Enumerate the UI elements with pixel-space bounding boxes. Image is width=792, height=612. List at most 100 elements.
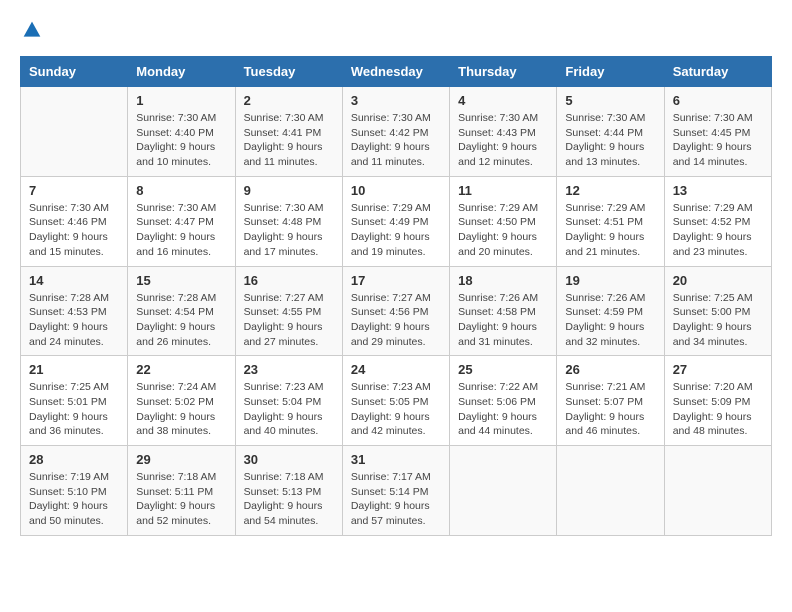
calendar-cell <box>450 446 557 536</box>
calendar-cell <box>557 446 664 536</box>
calendar-cell: 19Sunrise: 7:26 AMSunset: 4:59 PMDayligh… <box>557 266 664 356</box>
day-info: Sunrise: 7:28 AMSunset: 4:54 PMDaylight:… <box>136 291 226 350</box>
day-number: 26 <box>565 362 655 377</box>
calendar-cell: 15 Sunrise: 7:28 AMSunset: 4:54 PMDayligh… <box>128 266 235 356</box>
calendar-cell: 1Sunrise: 7:30 AMSunset: 4:40 PMDaylight… <box>128 87 235 177</box>
calendar-cell: 2 Sunrise: 7:30 AMSunset: 4:41 PMDaylight… <box>235 87 342 177</box>
calendar-cell: 28 Sunrise: 7:19 AMSunset: 5:10 PMDayligh… <box>21 446 128 536</box>
calendar-cell: 3 Sunrise: 7:30 AMSunset: 4:42 PMDaylight… <box>342 87 449 177</box>
day-info: Sunrise: 7:30 AMSunset: 4:47 PMDaylight:… <box>136 201 226 260</box>
day-info: Sunrise: 7:19 AMSunset: 5:10 PMDaylight:… <box>29 470 119 529</box>
logo-icon <box>22 20 42 40</box>
day-number: 28 <box>29 452 119 467</box>
calendar-cell: 12 Sunrise: 7:29 AMSunset: 4:51 PMDayligh… <box>557 176 664 266</box>
calendar-cell: 8 Sunrise: 7:30 AMSunset: 4:47 PMDaylight… <box>128 176 235 266</box>
day-info: Sunrise: 7:27 AMSunset: 4:56 PMDaylight:… <box>351 291 441 350</box>
day-info: Sunrise: 7:21 AMSunset: 5:07 PMDaylight:… <box>565 380 655 439</box>
day-info: Sunrise: 7:26 AMSunset: 4:58 PMDaylight:… <box>458 291 548 350</box>
calendar-cell <box>21 87 128 177</box>
calendar-cell: 17 Sunrise: 7:27 AMSunset: 4:56 PMDayligh… <box>342 266 449 356</box>
calendar-cell: 13 Sunrise: 7:29 AMSunset: 4:52 PMDayligh… <box>664 176 771 266</box>
day-info: Sunrise: 7:25 AMSunset: 5:00 PMDaylight:… <box>673 291 763 350</box>
day-number: 3 <box>351 93 441 108</box>
calendar-cell: 6 Sunrise: 7:30 AMSunset: 4:45 PMDaylight… <box>664 87 771 177</box>
calendar-week-row: 1Sunrise: 7:30 AMSunset: 4:40 PMDaylight… <box>21 87 772 177</box>
day-number: 22 <box>136 362 226 377</box>
calendar-cell: 31 Sunrise: 7:17 AMSunset: 5:14 PMDayligh… <box>342 446 449 536</box>
calendar-cell: 24 Sunrise: 7:23 AMSunset: 5:05 PMDayligh… <box>342 356 449 446</box>
day-number: 29 <box>136 452 226 467</box>
day-number: 15 <box>136 273 226 288</box>
day-number: 27 <box>673 362 763 377</box>
day-info: Sunrise: 7:17 AMSunset: 5:14 PMDaylight:… <box>351 470 441 529</box>
calendar-cell: 20 Sunrise: 7:25 AMSunset: 5:00 PMDayligh… <box>664 266 771 356</box>
calendar-cell: 4Sunrise: 7:30 AMSunset: 4:43 PMDaylight… <box>450 87 557 177</box>
calendar-cell: 23 Sunrise: 7:23 AMSunset: 5:04 PMDayligh… <box>235 356 342 446</box>
day-number: 24 <box>351 362 441 377</box>
day-info: Sunrise: 7:29 AMSunset: 4:52 PMDaylight:… <box>673 201 763 260</box>
day-info: Sunrise: 7:29 AMSunset: 4:51 PMDaylight:… <box>565 201 655 260</box>
calendar-cell: 5Sunrise: 7:30 AMSunset: 4:44 PMDaylight… <box>557 87 664 177</box>
day-info: Sunrise: 7:30 AMSunset: 4:41 PMDaylight:… <box>244 111 334 170</box>
day-info: Sunrise: 7:30 AMSunset: 4:43 PMDaylight:… <box>458 111 548 170</box>
day-info: Sunrise: 7:29 AMSunset: 4:50 PMDaylight:… <box>458 201 548 260</box>
day-number: 18 <box>458 273 548 288</box>
day-info: Sunrise: 7:18 AMSunset: 5:13 PMDaylight:… <box>244 470 334 529</box>
day-info: Sunrise: 7:23 AMSunset: 5:05 PMDaylight:… <box>351 380 441 439</box>
day-number: 30 <box>244 452 334 467</box>
day-number: 14 <box>29 273 119 288</box>
weekday-header-friday: Friday <box>557 57 664 87</box>
day-info: Sunrise: 7:30 AMSunset: 4:44 PMDaylight:… <box>565 111 655 170</box>
calendar-cell: 27 Sunrise: 7:20 AMSunset: 5:09 PMDayligh… <box>664 356 771 446</box>
calendar-week-row: 7 Sunrise: 7:30 AMSunset: 4:46 PMDaylight… <box>21 176 772 266</box>
day-number: 16 <box>244 273 334 288</box>
day-info: Sunrise: 7:26 AMSunset: 4:59 PMDaylight:… <box>565 291 655 350</box>
calendar-week-row: 14 Sunrise: 7:28 AMSunset: 4:53 PMDayligh… <box>21 266 772 356</box>
calendar-cell: 7 Sunrise: 7:30 AMSunset: 4:46 PMDaylight… <box>21 176 128 266</box>
day-number: 8 <box>136 183 226 198</box>
day-info: Sunrise: 7:30 AMSunset: 4:42 PMDaylight:… <box>351 111 441 170</box>
calendar-cell: 9Sunrise: 7:30 AMSunset: 4:48 PMDaylight… <box>235 176 342 266</box>
day-info: Sunrise: 7:29 AMSunset: 4:49 PMDaylight:… <box>351 201 441 260</box>
day-info: Sunrise: 7:23 AMSunset: 5:04 PMDaylight:… <box>244 380 334 439</box>
weekday-header-monday: Monday <box>128 57 235 87</box>
day-number: 20 <box>673 273 763 288</box>
calendar-cell: 14 Sunrise: 7:28 AMSunset: 4:53 PMDayligh… <box>21 266 128 356</box>
day-number: 25 <box>458 362 548 377</box>
calendar-cell: 25Sunrise: 7:22 AMSunset: 5:06 PMDayligh… <box>450 356 557 446</box>
weekday-header-thursday: Thursday <box>450 57 557 87</box>
day-number: 7 <box>29 183 119 198</box>
day-number: 6 <box>673 93 763 108</box>
calendar-week-row: 21Sunrise: 7:25 AMSunset: 5:01 PMDayligh… <box>21 356 772 446</box>
calendar-cell: 16 Sunrise: 7:27 AMSunset: 4:55 PMDayligh… <box>235 266 342 356</box>
day-info: Sunrise: 7:30 AMSunset: 4:45 PMDaylight:… <box>673 111 763 170</box>
day-number: 17 <box>351 273 441 288</box>
day-info: Sunrise: 7:27 AMSunset: 4:55 PMDaylight:… <box>244 291 334 350</box>
calendar-cell <box>664 446 771 536</box>
calendar-cell: 10 Sunrise: 7:29 AMSunset: 4:49 PMDayligh… <box>342 176 449 266</box>
weekday-header-tuesday: Tuesday <box>235 57 342 87</box>
calendar-cell: 26 Sunrise: 7:21 AMSunset: 5:07 PMDayligh… <box>557 356 664 446</box>
day-info: Sunrise: 7:20 AMSunset: 5:09 PMDaylight:… <box>673 380 763 439</box>
day-number: 1 <box>136 93 226 108</box>
day-number: 23 <box>244 362 334 377</box>
logo <box>20 20 42 40</box>
weekday-header-row: SundayMondayTuesdayWednesdayThursdayFrid… <box>21 57 772 87</box>
day-number: 13 <box>673 183 763 198</box>
day-number: 2 <box>244 93 334 108</box>
day-number: 10 <box>351 183 441 198</box>
calendar-cell: 29 Sunrise: 7:18 AMSunset: 5:11 PMDayligh… <box>128 446 235 536</box>
day-info: Sunrise: 7:30 AMSunset: 4:46 PMDaylight:… <box>29 201 119 260</box>
calendar-table: SundayMondayTuesdayWednesdayThursdayFrid… <box>20 56 772 536</box>
calendar-cell: 30 Sunrise: 7:18 AMSunset: 5:13 PMDayligh… <box>235 446 342 536</box>
header <box>20 20 772 40</box>
day-number: 11 <box>458 183 548 198</box>
calendar-week-row: 28 Sunrise: 7:19 AMSunset: 5:10 PMDayligh… <box>21 446 772 536</box>
day-number: 9 <box>244 183 334 198</box>
day-info: Sunrise: 7:28 AMSunset: 4:53 PMDaylight:… <box>29 291 119 350</box>
day-number: 12 <box>565 183 655 198</box>
calendar-cell: 21Sunrise: 7:25 AMSunset: 5:01 PMDayligh… <box>21 356 128 446</box>
day-number: 31 <box>351 452 441 467</box>
day-info: Sunrise: 7:18 AMSunset: 5:11 PMDaylight:… <box>136 470 226 529</box>
weekday-header-wednesday: Wednesday <box>342 57 449 87</box>
